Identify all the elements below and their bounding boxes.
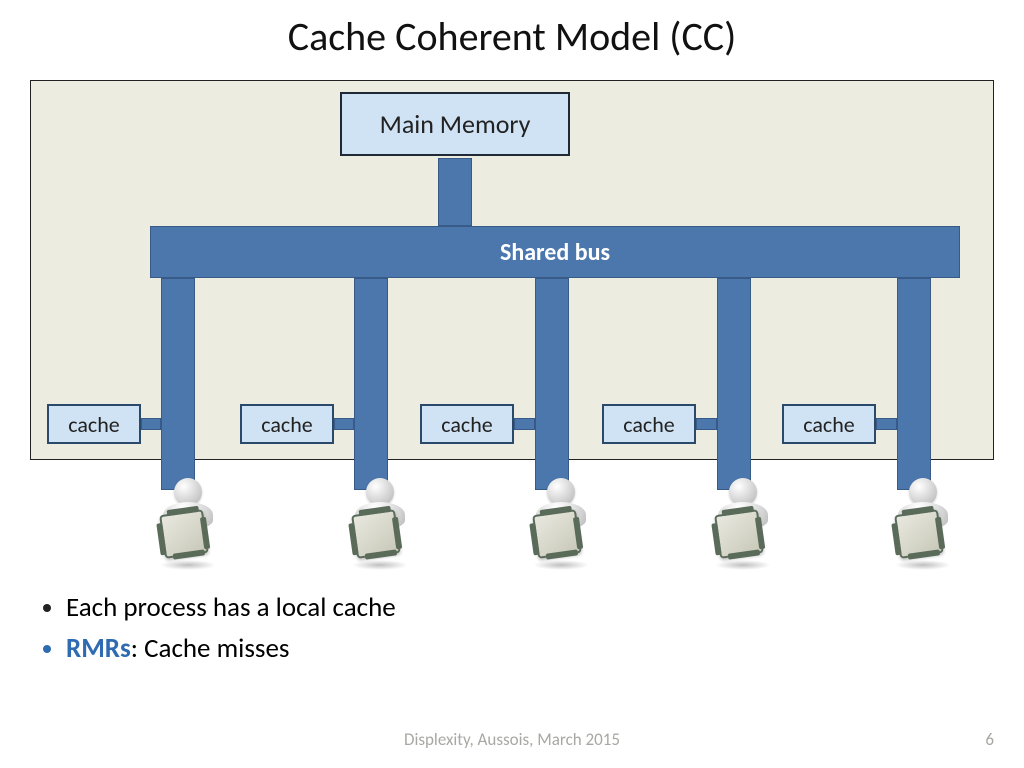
- cache-connector: [141, 418, 161, 430]
- processor-figure: [703, 478, 783, 572]
- cache-connector: [696, 418, 717, 430]
- main-memory-box: Main Memory: [340, 92, 570, 156]
- cache-connector: [514, 418, 535, 430]
- processor-figure: [521, 478, 601, 572]
- bus-drop-line: [161, 278, 195, 490]
- cache-box: cache: [47, 404, 141, 444]
- cache-connector: [334, 418, 354, 430]
- bus-drop-line: [897, 278, 931, 490]
- figure-shadow: [533, 560, 589, 570]
- processor-figure: [883, 478, 963, 572]
- bus-drop-line: [535, 278, 569, 490]
- bullet-highlight: RMRs: [66, 632, 131, 665]
- bus-drop-line: [717, 278, 751, 490]
- bus-connector-main: [438, 158, 472, 226]
- figure-shadow: [715, 560, 771, 570]
- cpu-chip-icon: [159, 509, 209, 559]
- cache-box: cache: [420, 404, 514, 444]
- cache-box: cache: [602, 404, 696, 444]
- bullet-item: RMRs: Cache misses: [66, 629, 396, 670]
- slide-title: Cache Coherent Model (CC): [0, 0, 1024, 61]
- bullet-text: : Cache misses: [131, 632, 290, 665]
- cache-box: cache: [240, 404, 334, 444]
- bullet-item: Each process has a local cache: [66, 588, 396, 629]
- bus-drop-line: [354, 278, 388, 490]
- cpu-chip-icon: [351, 509, 401, 559]
- figure-shadow: [895, 560, 951, 570]
- figure-shadow: [352, 560, 408, 570]
- cpu-chip-icon: [532, 509, 582, 559]
- processor-figure: [148, 478, 228, 572]
- shared-bus-bar: Shared bus: [150, 226, 960, 278]
- figure-shadow: [160, 560, 216, 570]
- slide: Cache Coherent Model (CC) Main Memory Sh…: [0, 0, 1024, 768]
- cpu-chip-icon: [894, 509, 944, 559]
- bullet-list: Each process has a local cache RMRs: Cac…: [36, 588, 396, 669]
- cache-box: cache: [782, 404, 876, 444]
- processor-figure: [340, 478, 420, 572]
- page-number: 6: [985, 729, 994, 750]
- footer-text: Displexity, Aussois, March 2015: [0, 729, 1024, 750]
- bullet-text: Each process has a local cache: [66, 591, 396, 624]
- cpu-chip-icon: [714, 509, 764, 559]
- cache-connector: [876, 418, 897, 430]
